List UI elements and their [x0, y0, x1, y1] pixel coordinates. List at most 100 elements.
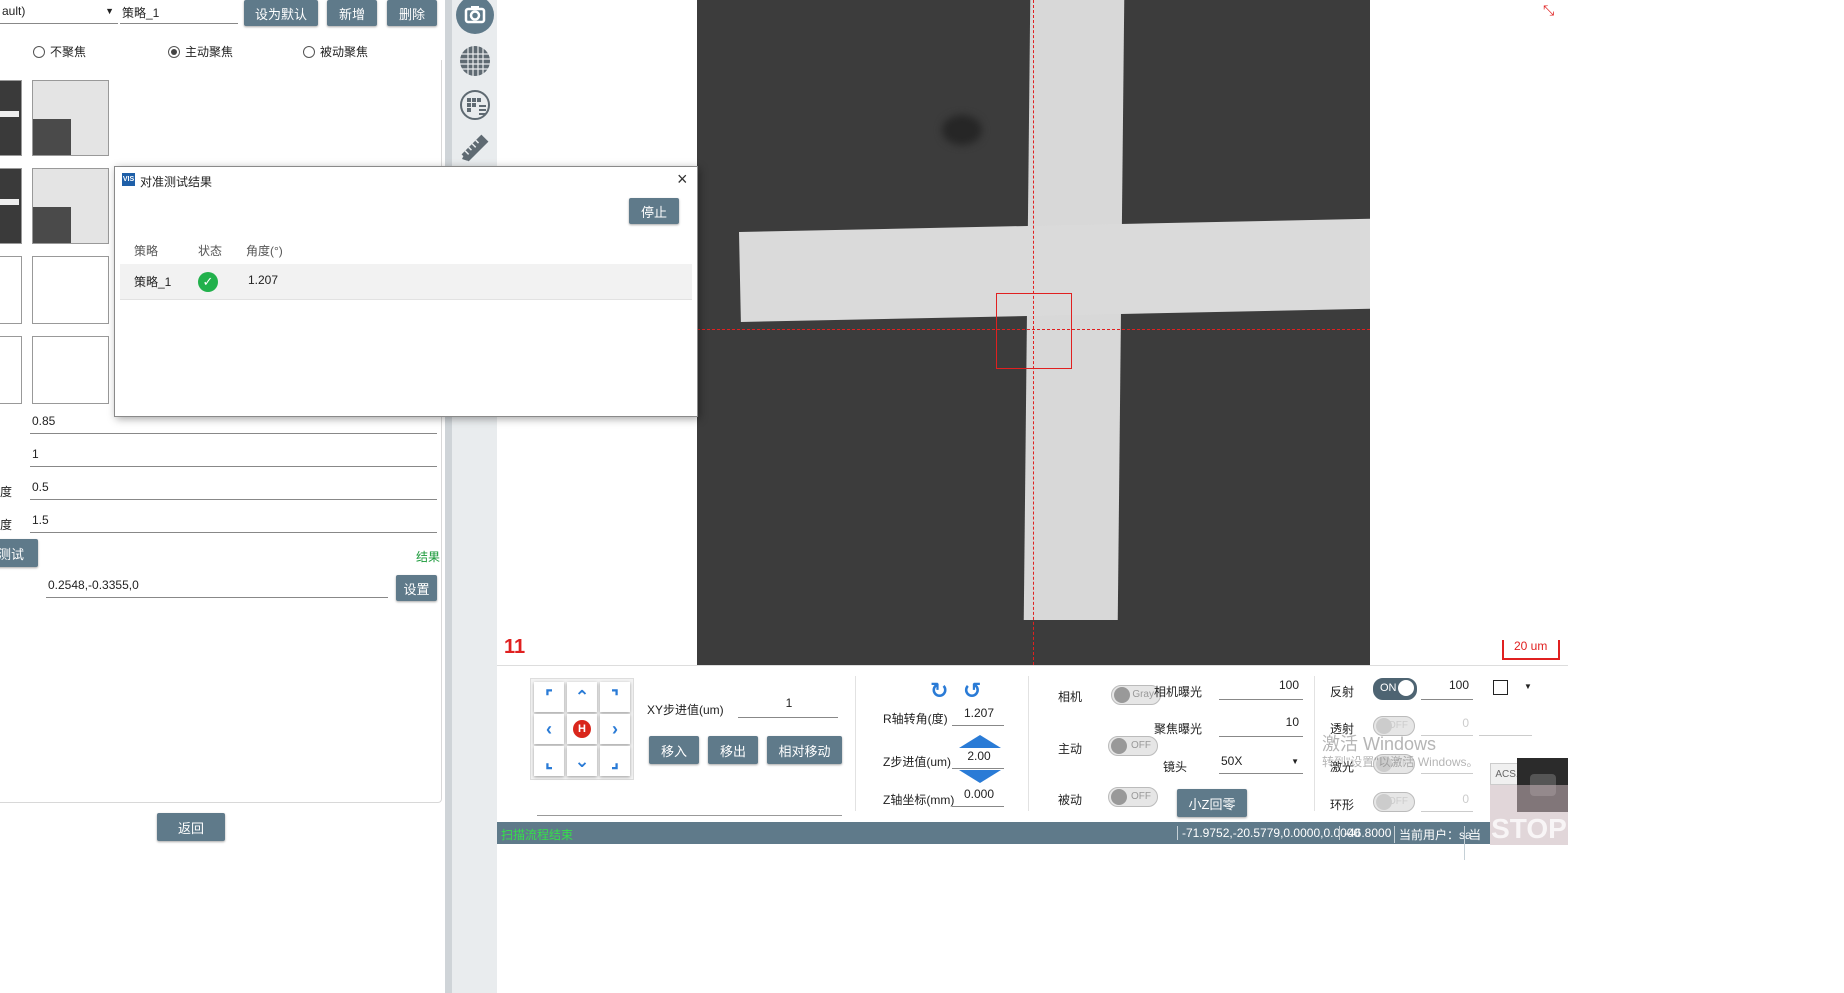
back-button[interactable]: 返回	[157, 813, 225, 841]
r-angle-value: 1.207	[963, 706, 995, 720]
active-toggle[interactable]: OFF	[1108, 736, 1158, 756]
xy-step-field[interactable]: 1	[738, 696, 838, 718]
nav-pad: ⌜ ⌃ ⌝ ‹ H › ⌞ ⌄ ⌟	[530, 678, 634, 780]
add-button[interactable]: 新增	[327, 0, 377, 26]
nav-right-button[interactable]: ›	[600, 714, 630, 744]
radio-passive-focus[interactable]: 被动聚焦	[303, 43, 368, 60]
toolbar-strip	[445, 0, 452, 993]
relative-move-button[interactable]: 相对移动	[767, 736, 842, 764]
reflect-value-field[interactable]: 100	[1421, 678, 1473, 700]
reflect-value: 100	[1448, 678, 1469, 692]
focus-exposure-label: 聚焦曝光	[1154, 722, 1203, 736]
passive-label: 被动	[1058, 793, 1083, 807]
chevron-down-icon: ▼	[105, 6, 114, 16]
reflect-toggle[interactable]: ON	[1373, 678, 1417, 700]
r-angle-label: R轴转角(度)	[883, 712, 948, 726]
camera-exposure-value: 100	[1278, 678, 1299, 692]
column-header-angle: 角度(°)	[246, 244, 283, 258]
move-in-button[interactable]: 移入	[649, 736, 699, 764]
motion-divider	[537, 815, 842, 816]
dialog-app-badge: VIS	[122, 176, 135, 183]
nav-up-right-button[interactable]: ⌝	[600, 682, 630, 712]
chevron-down-icon[interactable]: ▼	[1524, 682, 1532, 691]
transmit-value: 0	[1462, 716, 1469, 730]
close-icon[interactable]: ×	[677, 169, 688, 190]
stop-button[interactable]: 停止	[629, 198, 679, 224]
status-extra: 当前	[1464, 826, 1490, 860]
alignment-result-dialog: VIS 对准测试结果 × 停止 策略 状态 角度(°) 策略_1 ✓ 1.207	[114, 166, 698, 417]
scale-bar-label: 20 um	[1514, 639, 1548, 653]
status-message: 扫描流程结束	[501, 828, 574, 842]
ring-value-field[interactable]: 0	[1421, 792, 1473, 812]
wafer-map-icon[interactable]	[458, 88, 492, 122]
strategy-select-value: ault)	[2, 4, 26, 18]
active-label: 主动	[1058, 742, 1083, 756]
home-button[interactable]: H	[567, 714, 597, 744]
strategy-select[interactable]: ault) ▼	[0, 4, 118, 24]
left-panel: ault) ▼ 策略_1 设为默认 新增 删除 不聚焦 主动聚焦 被动聚焦 0.…	[0, 0, 445, 993]
z-coord-field[interactable]: 0.000	[952, 787, 1004, 807]
z-step-label: Z步进值(um)	[883, 755, 951, 769]
nav-up-left-button[interactable]: ⌜	[534, 682, 564, 712]
ring-toggle[interactable]: OFF	[1373, 792, 1415, 812]
lens-select[interactable]: 50X ▼	[1219, 754, 1303, 774]
camera-icon[interactable]	[456, 0, 494, 34]
reflect-checkbox[interactable]	[1493, 680, 1508, 695]
toggle-knob	[1111, 789, 1127, 805]
camera-exposure-field[interactable]: 100	[1219, 678, 1303, 700]
nav-down-right-button[interactable]: ⌟	[600, 746, 630, 776]
toggle-knob	[1114, 687, 1130, 703]
rotate-ccw-icon[interactable]: ↻	[930, 678, 948, 704]
table-row[interactable]: 策略_1 ✓ 1.207	[120, 264, 692, 300]
stop-sign-text: STOP	[1491, 813, 1567, 844]
radio-no-focus[interactable]: 不聚焦	[33, 43, 86, 60]
z-up-icon[interactable]	[959, 735, 1001, 748]
chevron-down-icon: ▼	[1291, 757, 1299, 766]
scale-bar: 20 um	[1502, 639, 1560, 660]
radio-active-focus[interactable]: 主动聚焦	[168, 43, 233, 60]
toggle-text: Gray	[1132, 689, 1154, 700]
small-z-zero-button[interactable]: 小Z回零	[1177, 789, 1247, 817]
passive-toggle[interactable]: OFF	[1108, 787, 1158, 807]
r-angle-field[interactable]: 1.207	[952, 706, 1004, 726]
rotate-cw-icon[interactable]: ↺	[963, 678, 981, 704]
row-angle: 1.207	[248, 273, 279, 287]
status-bar: 扫描流程结束 -71.9752,-20.5779,0.0000,0.0000 -…	[497, 822, 1490, 860]
set-default-button[interactable]: 设为默认	[244, 0, 318, 26]
z-step-field[interactable]: 2.00	[952, 749, 1004, 769]
dialog-title: 对准测试结果	[140, 175, 213, 189]
toggle-text: ON	[1380, 682, 1397, 694]
wafer-grid-icon[interactable]	[458, 44, 492, 78]
success-check-icon: ✓	[198, 272, 218, 292]
toggle-text: OFF	[1131, 791, 1151, 802]
nav-down-left-button[interactable]: ⌞	[534, 746, 564, 776]
fullscreen-icon[interactable]: ⤡	[1543, 2, 1554, 19]
ruler-icon[interactable]	[458, 131, 492, 165]
status-coords: -71.9752,-20.5779,0.0000,0.0000	[1177, 826, 1360, 840]
microscope-image[interactable]	[697, 0, 1370, 665]
stop-sign[interactable]: STOP	[1490, 785, 1568, 845]
strategy-name-field[interactable]: 策略_1	[120, 4, 238, 24]
toggle-knob	[1398, 680, 1414, 696]
home-icon: H	[573, 720, 591, 738]
transmit-select[interactable]	[1479, 716, 1532, 736]
nav-up-button[interactable]: ⌃	[567, 682, 597, 712]
toggle-knob	[1111, 738, 1127, 754]
focus-exposure-field[interactable]: 10	[1219, 715, 1303, 737]
reflect-label: 反射	[1330, 685, 1355, 699]
toggle-text: OFF	[1131, 740, 1151, 751]
radio-label: 被动聚焦	[320, 45, 369, 59]
nav-left-button[interactable]: ‹	[534, 714, 564, 744]
radio-label: 不聚焦	[50, 45, 87, 59]
delete-button[interactable]: 删除	[387, 0, 437, 26]
move-out-button[interactable]: 移出	[708, 736, 758, 764]
lens-value: 50X	[1221, 754, 1243, 768]
icon-toolbar	[452, 0, 497, 993]
nav-down-button[interactable]: ⌄	[567, 746, 597, 776]
z-step-value: 2.00	[967, 749, 991, 763]
radio-circle-selected	[168, 45, 180, 58]
z-coord-value: 0.000	[963, 787, 995, 801]
z-coord-label: Z轴坐标(mm)	[883, 793, 955, 807]
strategy-name-value: 策略_1	[122, 6, 160, 20]
z-down-icon[interactable]	[959, 770, 1001, 783]
